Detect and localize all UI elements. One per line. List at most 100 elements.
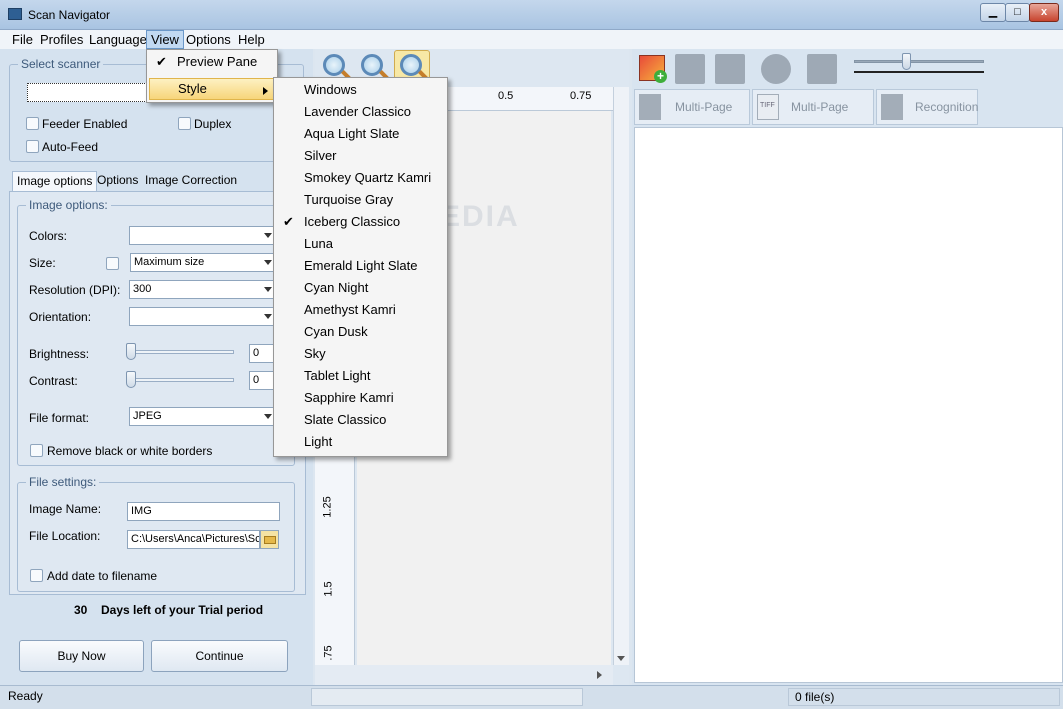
menu-language[interactable]: Language [85,30,151,49]
menu-item-preview-pane[interactable]: ✔ Preview Pane [149,51,275,73]
status-files: 0 file(s) [788,688,1060,706]
recognition-label: Recognition [915,100,979,114]
image-name-label: Image Name: [29,502,102,516]
menu-item-style-amethyst-kamri[interactable]: Amethyst Kamri [276,299,445,321]
zoom-slider[interactable] [854,60,984,63]
menu-bar: File Profiles Language View Options Help [0,30,1063,49]
page-icon [675,54,705,84]
menu-item-style-sapphire-kamri[interactable]: Sapphire Kamri [276,387,445,409]
chevron-down-icon [264,233,272,238]
close-icon: x [1040,6,1048,18]
colors-select[interactable] [129,226,275,245]
pages-preview-area[interactable] [634,127,1063,683]
menu-item-style-silver[interactable]: Silver [276,145,445,167]
brightness-slider-thumb[interactable] [126,343,136,360]
menu-options[interactable]: Options [182,30,235,49]
scroll-right-icon[interactable] [597,671,602,679]
menu-item-style-emerald-light-slate[interactable]: Emerald Light Slate [276,255,445,277]
auto-feed-checkbox[interactable] [26,140,39,153]
ruler-label: 0.5 [498,90,514,102]
submenu-arrow-icon [263,87,268,95]
close-button[interactable]: x [1029,3,1059,22]
menu-item-style-sky[interactable]: Sky [276,343,445,365]
menu-item-style-light[interactable]: Light [276,431,445,453]
view-menu: ✔ Preview Pane Style [146,49,278,103]
rotate-left-button[interactable] [672,51,708,87]
menu-item-label: Sapphire Kamri [304,390,394,405]
menu-item-label: Light [304,434,333,449]
left-panel: Select scanner Feeder Enabled Duplex Aut… [0,49,313,685]
ruler-label: 1.25 [321,496,334,518]
add-date-checkbox[interactable] [30,569,43,582]
menu-item-style-lavender-classico[interactable]: Lavender Classico [276,101,445,123]
rotate-right-button[interactable] [712,51,748,87]
flip-button[interactable] [758,51,794,87]
rotate-icon [761,54,791,84]
tiff-icon: TIFF [757,94,779,120]
tab-image-options[interactable]: Image options [12,171,98,191]
menu-item-label: Style [178,81,207,96]
feeder-enabled-label: Feeder Enabled [42,117,128,131]
multi-page-tiff-button[interactable]: TIFF Multi-Page TIFF [752,89,874,148]
file-location-input[interactable]: C:\Users\Anca\Pictures\Sc [127,530,260,549]
menu-item-style-iceberg-classico[interactable]: ✔ Iceberg Classico [276,211,445,233]
crop-button[interactable] [804,51,840,87]
orientation-select[interactable] [129,307,275,326]
add-image-button[interactable]: + [634,51,670,87]
duplex-checkbox[interactable] [178,117,191,130]
tab-options[interactable]: Options [93,171,142,191]
menu-help[interactable]: Help [234,30,269,49]
menu-item-style-aqua-light-slate[interactable]: Aqua Light Slate [276,123,445,145]
menu-view[interactable]: View [146,30,184,49]
progress-bar [311,688,583,706]
remove-borders-checkbox[interactable] [30,444,43,457]
ruler-label: .75 [322,645,335,661]
file-format-value: JPEG [133,410,162,422]
recognition-button[interactable]: Recognition [876,89,978,125]
file-format-select[interactable]: JPEG [129,407,275,426]
resolution-select[interactable]: 300 [129,280,275,299]
menu-item-style-tablet-light[interactable]: Tablet Light [276,365,445,387]
minimize-icon: ▁ [988,6,998,18]
menu-item-style[interactable]: Style [149,78,275,100]
duplex-label: Duplex [194,117,232,131]
vertical-scrollbar[interactable] [613,87,629,665]
style-submenu: Windows Lavender Classico Aqua Light Slate… [273,77,448,457]
scroll-down-icon[interactable] [617,656,625,661]
tab-image-correction[interactable]: Image Correction [141,171,241,191]
maximize-button[interactable]: □ [1005,3,1030,22]
ruler-label: 0.75 [570,90,592,102]
menu-item-label: Turquoise Gray [304,192,394,207]
menu-item-style-turquoise-gray[interactable]: Turquoise Gray [276,189,445,211]
trial-text: Days left of your Trial period [101,603,264,617]
horizontal-scrollbar[interactable] [315,665,613,685]
menu-file[interactable]: File [8,30,37,49]
size-checkbox[interactable] [106,257,119,270]
select-scanner-legend: Select scanner [18,57,104,71]
zoom-slider-thumb[interactable] [902,53,911,70]
brightness-slider[interactable] [130,350,234,354]
menu-profiles[interactable]: Profiles [36,30,87,49]
multi-page-pdf-button[interactable]: Multi-Page PDF [634,89,750,148]
file-settings-legend: File settings: [26,475,100,489]
size-select[interactable]: Maximum size [130,253,275,272]
minimize-button[interactable]: ▁ [980,3,1006,22]
contrast-slider[interactable] [130,378,234,382]
menu-item-label: Emerald Light Slate [304,258,418,273]
image-name-input[interactable]: IMG [127,502,280,521]
menu-item-style-smokey-quartz-kamri[interactable]: Smokey Quartz Kamri [276,167,445,189]
buy-now-button[interactable]: Buy Now [19,640,144,672]
status-ready: Ready [8,689,43,703]
folder-browse-button[interactable] [260,530,279,549]
brightness-input[interactable]: 0 [249,344,275,363]
status-bar: Ready 0 file(s) [0,685,1063,709]
contrast-slider-thumb[interactable] [126,371,136,388]
menu-item-style-windows[interactable]: Windows [276,79,445,101]
menu-item-style-cyan-dusk[interactable]: Cyan Dusk [276,321,445,343]
feeder-enabled-checkbox[interactable] [26,117,39,130]
menu-item-style-cyan-night[interactable]: Cyan Night [276,277,445,299]
menu-item-style-luna[interactable]: Luna [276,233,445,255]
continue-button[interactable]: Continue [151,640,288,672]
contrast-input[interactable]: 0 [249,371,275,390]
menu-item-style-slate-classico[interactable]: Slate Classico [276,409,445,431]
